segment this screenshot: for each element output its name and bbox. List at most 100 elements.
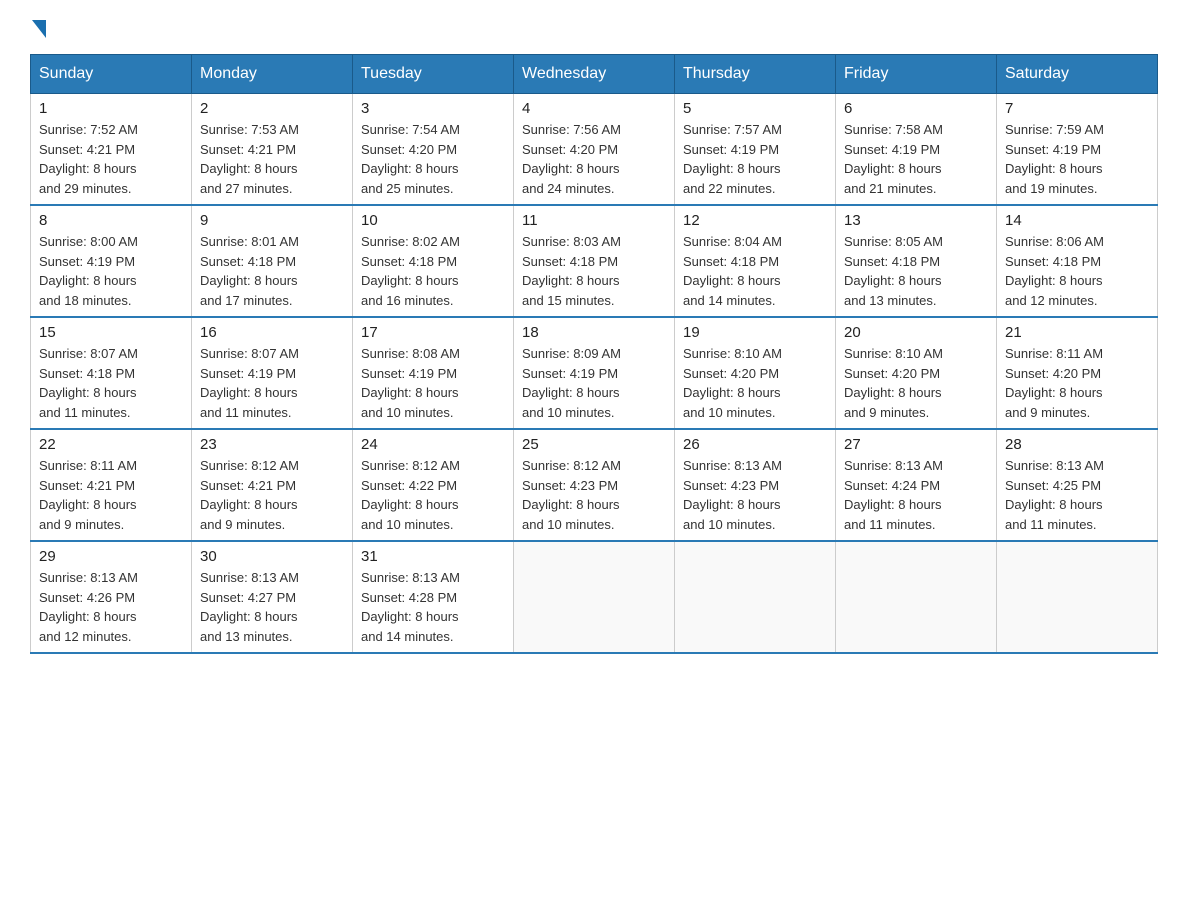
day-number: 24: [361, 436, 505, 453]
day-number: 15: [39, 324, 183, 341]
day-cell: 8 Sunrise: 8:00 AMSunset: 4:19 PMDaylight…: [31, 205, 192, 317]
day-number: 25: [522, 436, 666, 453]
day-cell: 21 Sunrise: 8:11 AMSunset: 4:20 PMDayligh…: [997, 317, 1158, 429]
header-friday: Friday: [836, 55, 997, 94]
header-thursday: Thursday: [675, 55, 836, 94]
day-number: 1: [39, 100, 183, 117]
day-info: Sunrise: 8:13 AMSunset: 4:26 PMDaylight:…: [39, 568, 183, 646]
day-info: Sunrise: 8:13 AMSunset: 4:25 PMDaylight:…: [1005, 456, 1149, 534]
day-number: 19: [683, 324, 827, 341]
day-cell: 12Sunrise: 8:04 AMSunset: 4:18 PMDayligh…: [675, 205, 836, 317]
calendar-header-row: SundayMondayTuesdayWednesdayThursdayFrid…: [31, 55, 1158, 94]
day-info: Sunrise: 7:57 AMSunset: 4:19 PMDaylight:…: [683, 120, 827, 198]
day-info: Sunrise: 8:11 AMSunset: 4:20 PMDaylight:…: [1005, 344, 1149, 422]
day-number: 4: [522, 100, 666, 117]
day-cell: 28 Sunrise: 8:13 AMSunset: 4:25 PMDayligh…: [997, 429, 1158, 541]
week-row-3: 15 Sunrise: 8:07 AMSunset: 4:18 PMDayligh…: [31, 317, 1158, 429]
day-info: Sunrise: 8:03 AMSunset: 4:18 PMDaylight:…: [522, 232, 666, 310]
day-cell: 6 Sunrise: 7:58 AMSunset: 4:19 PMDaylight…: [836, 94, 997, 206]
day-cell: 7Sunrise: 7:59 AMSunset: 4:19 PMDaylight…: [997, 94, 1158, 206]
header-wednesday: Wednesday: [514, 55, 675, 94]
day-cell: 18 Sunrise: 8:09 AMSunset: 4:19 PMDayligh…: [514, 317, 675, 429]
day-info: Sunrise: 8:13 AMSunset: 4:27 PMDaylight:…: [200, 568, 344, 646]
day-info: Sunrise: 7:53 AMSunset: 4:21 PMDaylight:…: [200, 120, 344, 198]
day-number: 11: [522, 212, 666, 229]
day-cell: [997, 541, 1158, 653]
day-cell: 30 Sunrise: 8:13 AMSunset: 4:27 PMDayligh…: [192, 541, 353, 653]
day-cell: 25 Sunrise: 8:12 AMSunset: 4:23 PMDayligh…: [514, 429, 675, 541]
day-number: 22: [39, 436, 183, 453]
day-number: 9: [200, 212, 344, 229]
day-number: 30: [200, 548, 344, 565]
day-number: 21: [1005, 324, 1149, 341]
day-info: Sunrise: 8:12 AMSunset: 4:22 PMDaylight:…: [361, 456, 505, 534]
day-info: Sunrise: 8:13 AMSunset: 4:23 PMDaylight:…: [683, 456, 827, 534]
day-number: 29: [39, 548, 183, 565]
day-info: Sunrise: 8:10 AMSunset: 4:20 PMDaylight:…: [683, 344, 827, 422]
day-cell: 22 Sunrise: 8:11 AMSunset: 4:21 PMDayligh…: [31, 429, 192, 541]
day-info: Sunrise: 8:02 AMSunset: 4:18 PMDaylight:…: [361, 232, 505, 310]
day-number: 2: [200, 100, 344, 117]
day-info: Sunrise: 8:05 AMSunset: 4:18 PMDaylight:…: [844, 232, 988, 310]
logo: [30, 20, 46, 34]
day-info: Sunrise: 7:56 AMSunset: 4:20 PMDaylight:…: [522, 120, 666, 198]
day-info: Sunrise: 8:11 AMSunset: 4:21 PMDaylight:…: [39, 456, 183, 534]
day-info: Sunrise: 8:06 AMSunset: 4:18 PMDaylight:…: [1005, 232, 1149, 310]
day-cell: 16 Sunrise: 8:07 AMSunset: 4:19 PMDayligh…: [192, 317, 353, 429]
day-cell: 15 Sunrise: 8:07 AMSunset: 4:18 PMDayligh…: [31, 317, 192, 429]
header-sunday: Sunday: [31, 55, 192, 94]
day-number: 27: [844, 436, 988, 453]
day-cell: 13 Sunrise: 8:05 AMSunset: 4:18 PMDayligh…: [836, 205, 997, 317]
day-info: Sunrise: 7:59 AMSunset: 4:19 PMDaylight:…: [1005, 120, 1149, 198]
day-info: Sunrise: 7:52 AMSunset: 4:21 PMDaylight:…: [39, 120, 183, 198]
day-cell: 1 Sunrise: 7:52 AMSunset: 4:21 PMDaylight…: [31, 94, 192, 206]
day-cell: 3 Sunrise: 7:54 AMSunset: 4:20 PMDaylight…: [353, 94, 514, 206]
day-number: 17: [361, 324, 505, 341]
day-cell: 5 Sunrise: 7:57 AMSunset: 4:19 PMDaylight…: [675, 94, 836, 206]
day-number: 14: [1005, 212, 1149, 229]
day-cell: [675, 541, 836, 653]
day-number: 28: [1005, 436, 1149, 453]
day-cell: 27 Sunrise: 8:13 AMSunset: 4:24 PMDayligh…: [836, 429, 997, 541]
week-row-4: 22 Sunrise: 8:11 AMSunset: 4:21 PMDayligh…: [31, 429, 1158, 541]
week-row-1: 1 Sunrise: 7:52 AMSunset: 4:21 PMDaylight…: [31, 94, 1158, 206]
day-number: 26: [683, 436, 827, 453]
day-number: 13: [844, 212, 988, 229]
day-info: Sunrise: 8:13 AMSunset: 4:24 PMDaylight:…: [844, 456, 988, 534]
day-info: Sunrise: 8:13 AMSunset: 4:28 PMDaylight:…: [361, 568, 505, 646]
day-info: Sunrise: 7:58 AMSunset: 4:19 PMDaylight:…: [844, 120, 988, 198]
day-number: 8: [39, 212, 183, 229]
day-number: 18: [522, 324, 666, 341]
week-row-5: 29 Sunrise: 8:13 AMSunset: 4:26 PMDayligh…: [31, 541, 1158, 653]
day-cell: 29 Sunrise: 8:13 AMSunset: 4:26 PMDayligh…: [31, 541, 192, 653]
day-number: 5: [683, 100, 827, 117]
day-info: Sunrise: 8:12 AMSunset: 4:21 PMDaylight:…: [200, 456, 344, 534]
day-cell: 2 Sunrise: 7:53 AMSunset: 4:21 PMDaylight…: [192, 94, 353, 206]
calendar-table: SundayMondayTuesdayWednesdayThursdayFrid…: [30, 54, 1158, 654]
day-cell: 4 Sunrise: 7:56 AMSunset: 4:20 PMDaylight…: [514, 94, 675, 206]
day-number: 20: [844, 324, 988, 341]
day-info: Sunrise: 8:07 AMSunset: 4:18 PMDaylight:…: [39, 344, 183, 422]
day-number: 3: [361, 100, 505, 117]
day-cell: [836, 541, 997, 653]
day-cell: 9Sunrise: 8:01 AMSunset: 4:18 PMDaylight…: [192, 205, 353, 317]
day-number: 31: [361, 548, 505, 565]
day-info: Sunrise: 7:54 AMSunset: 4:20 PMDaylight:…: [361, 120, 505, 198]
day-info: Sunrise: 8:07 AMSunset: 4:19 PMDaylight:…: [200, 344, 344, 422]
header-tuesday: Tuesday: [353, 55, 514, 94]
day-number: 6: [844, 100, 988, 117]
day-cell: 11 Sunrise: 8:03 AMSunset: 4:18 PMDayligh…: [514, 205, 675, 317]
day-info: Sunrise: 8:12 AMSunset: 4:23 PMDaylight:…: [522, 456, 666, 534]
day-cell: 26 Sunrise: 8:13 AMSunset: 4:23 PMDayligh…: [675, 429, 836, 541]
header-saturday: Saturday: [997, 55, 1158, 94]
day-info: Sunrise: 8:04 AMSunset: 4:18 PMDaylight:…: [683, 232, 827, 310]
day-info: Sunrise: 8:09 AMSunset: 4:19 PMDaylight:…: [522, 344, 666, 422]
day-info: Sunrise: 8:08 AMSunset: 4:19 PMDaylight:…: [361, 344, 505, 422]
day-cell: 14 Sunrise: 8:06 AMSunset: 4:18 PMDayligh…: [997, 205, 1158, 317]
day-number: 16: [200, 324, 344, 341]
day-info: Sunrise: 8:00 AMSunset: 4:19 PMDaylight:…: [39, 232, 183, 310]
day-cell: 31 Sunrise: 8:13 AMSunset: 4:28 PMDayligh…: [353, 541, 514, 653]
week-row-2: 8 Sunrise: 8:00 AMSunset: 4:19 PMDaylight…: [31, 205, 1158, 317]
day-number: 23: [200, 436, 344, 453]
day-info: Sunrise: 8:10 AMSunset: 4:20 PMDaylight:…: [844, 344, 988, 422]
